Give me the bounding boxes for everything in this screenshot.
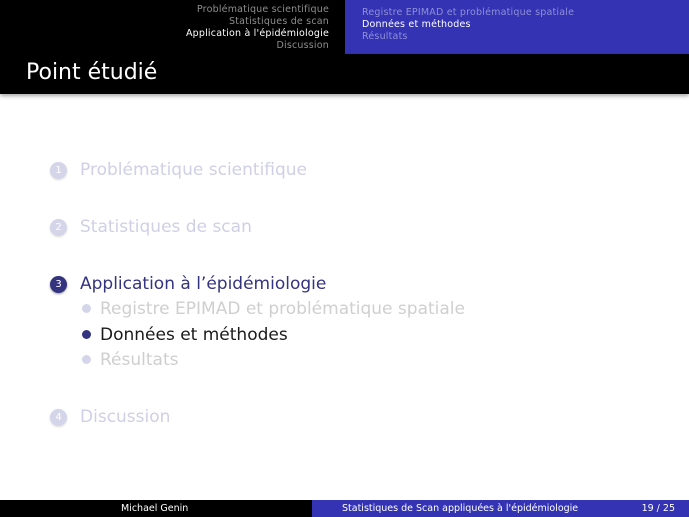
footer-author-box: Michael Genin xyxy=(0,500,312,517)
toc-section-label[interactable]: Application à l’épidémiologie xyxy=(80,274,326,294)
section-number-badge: 4 xyxy=(50,409,67,426)
toc-subsection-label[interactable]: Données et méthodes xyxy=(100,325,288,345)
bullet-dot-icon xyxy=(82,304,91,313)
toc-subsection-label[interactable]: Résultats xyxy=(100,350,178,370)
page-number: 19 / 25 xyxy=(641,503,675,514)
footer-author: Michael Genin xyxy=(121,503,189,514)
bullet-dot-icon xyxy=(82,330,91,339)
footer-bar: Michael Genin Statistiques de Scan appli… xyxy=(0,500,689,517)
toc-section-label[interactable]: Discussion xyxy=(80,407,170,427)
table-of-contents: 1 Problématique scientifique 2 Statistiq… xyxy=(0,0,689,517)
section-number-badge: 2 xyxy=(50,219,67,236)
section-number-badge: 1 xyxy=(50,162,67,179)
footer-title-box: Statistiques de Scan appliquées à l'épid… xyxy=(312,500,689,517)
toc-section-label[interactable]: Statistiques de scan xyxy=(80,217,252,237)
toc-subsection-label[interactable]: Registre EPIMAD et problématique spatial… xyxy=(100,299,465,319)
footer-title: Statistiques de Scan appliquées à l'épid… xyxy=(342,503,579,514)
section-number-badge: 3 xyxy=(50,276,67,293)
toc-section-label[interactable]: Problématique scientifique xyxy=(80,160,307,180)
bullet-dot-icon xyxy=(82,355,91,364)
